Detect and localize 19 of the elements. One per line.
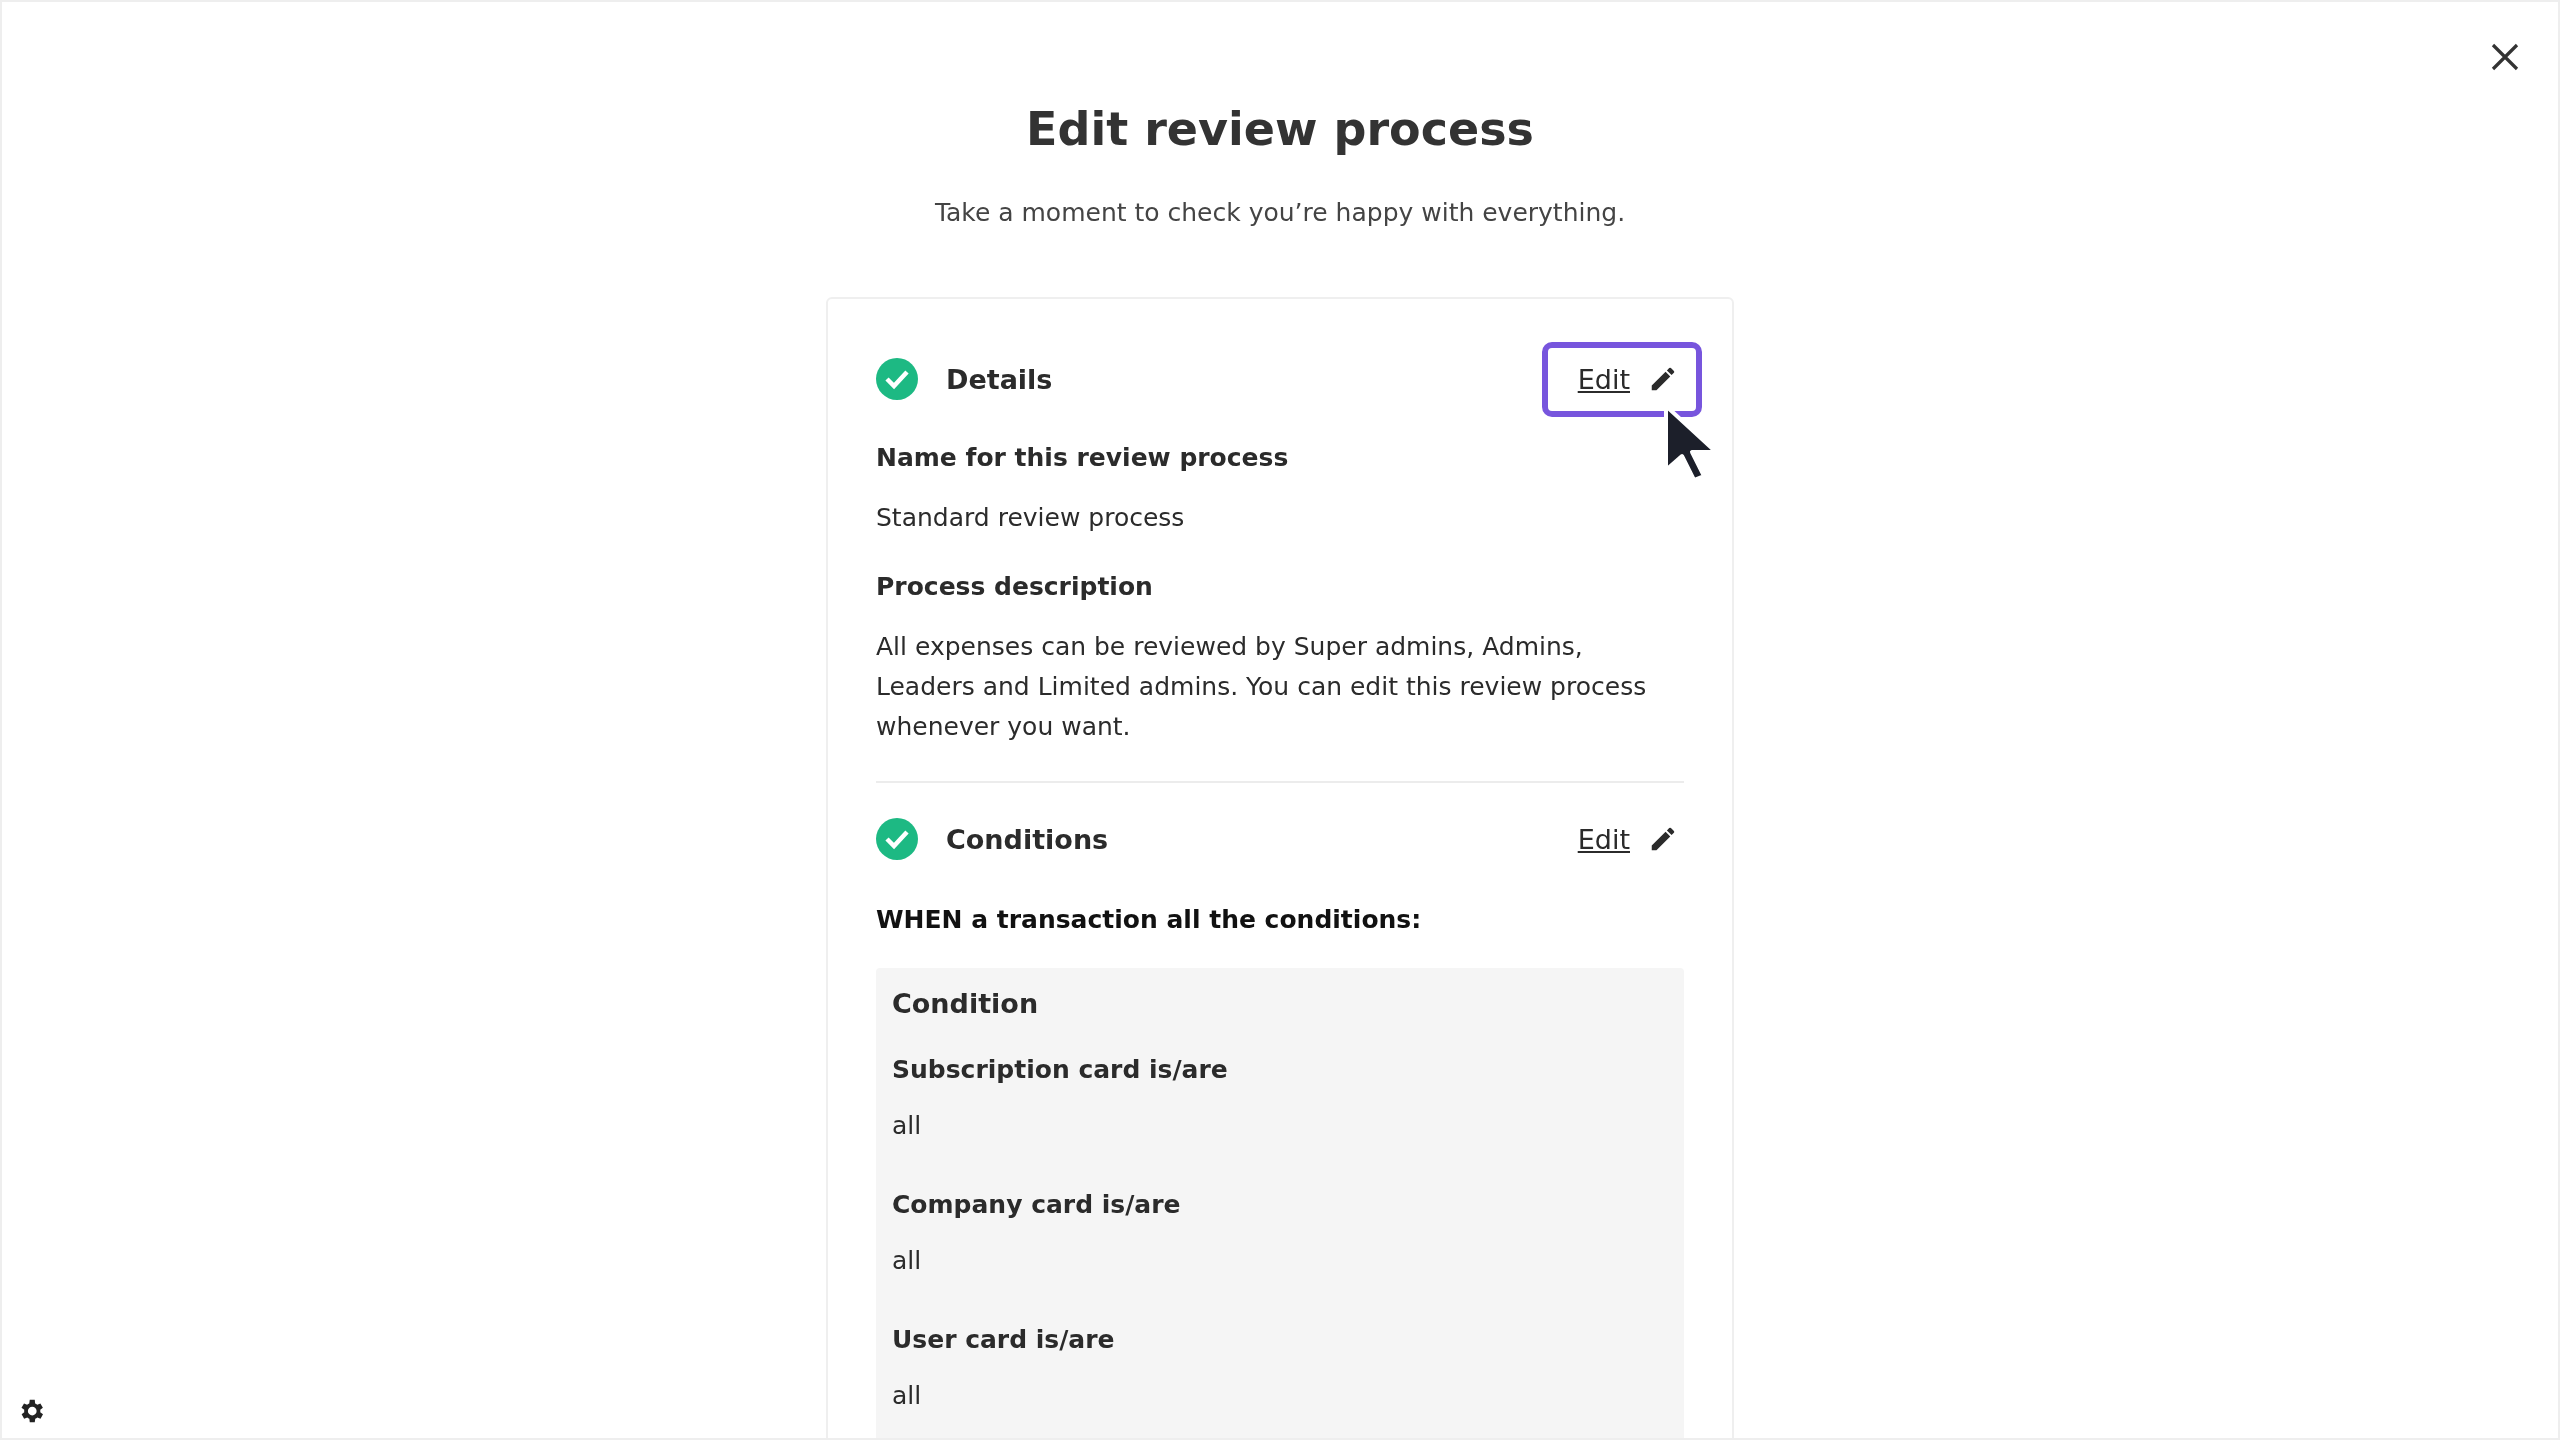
- section-title: Details: [946, 363, 1053, 395]
- field-value: Standard review process: [876, 502, 1186, 534]
- page-title: Edit review process: [1026, 102, 1534, 156]
- condition-label: User card is/are: [892, 1325, 1116, 1354]
- panel-title: Condition: [892, 988, 1040, 1019]
- edit-button[interactable]: Edit: [1541, 341, 1702, 417]
- condition-value: all: [892, 1380, 923, 1412]
- section-title: Conditions: [946, 823, 1109, 855]
- condition-label: Company card is/are: [892, 1190, 1182, 1219]
- field-value: All expenses can be reviewed by Super admins, Admins, Leaders and Limited admins. You can edit this review process whenever you want.: [876, 631, 1648, 743]
- conditions-intro: WHEN a transaction all the conditions:: [876, 905, 1423, 934]
- close-icon[interactable]: [2490, 42, 2520, 72]
- condition-value: all: [892, 1245, 923, 1277]
- field-label: Name for this review process: [876, 443, 1290, 472]
- condition-value: all: [892, 1110, 923, 1142]
- page-subtitle: Take a moment to check you’re happy with everything.: [934, 198, 1626, 227]
- field-label: Process description: [876, 572, 1154, 601]
- condition-label: Subscription card is/are: [892, 1055, 1229, 1084]
- edit-button[interactable]: Edit: [1541, 801, 1702, 877]
